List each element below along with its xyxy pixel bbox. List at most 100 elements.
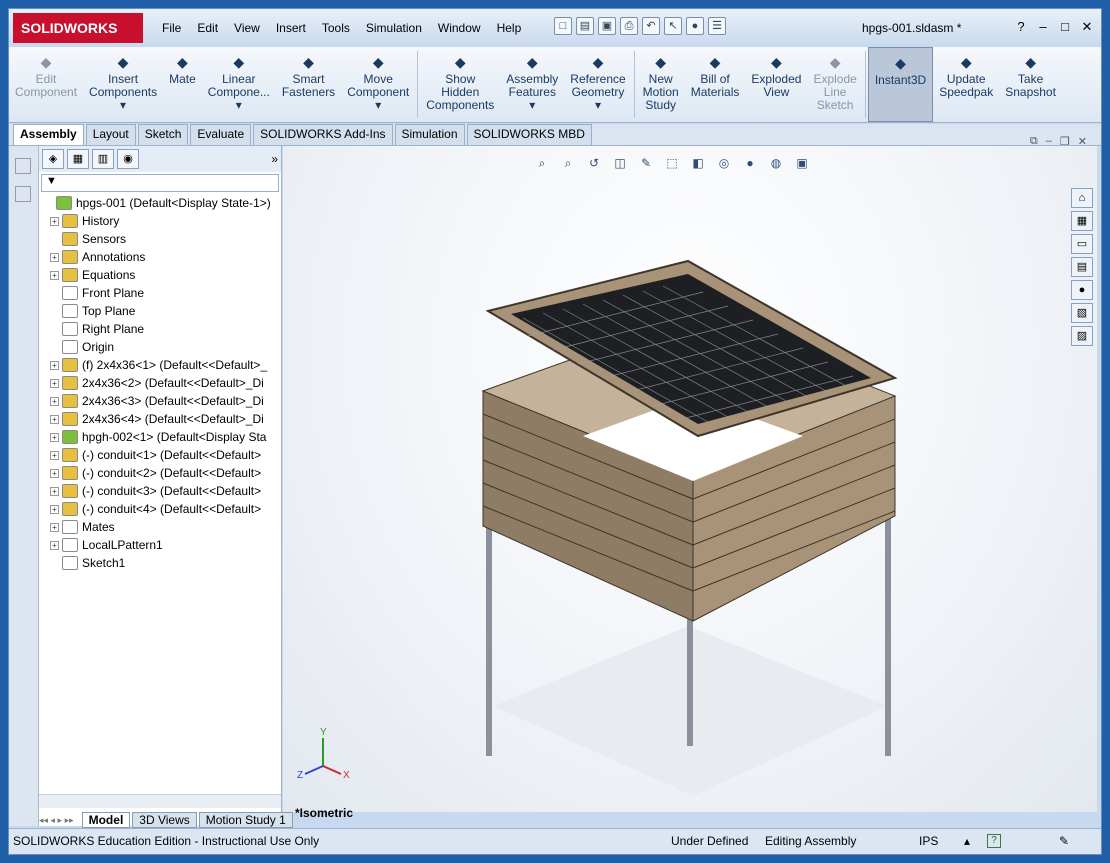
model-render[interactable]: Y X Z [283, 146, 1097, 812]
custom-properties-icon[interactable]: ▧ [1071, 303, 1093, 323]
expand-toggle-icon[interactable]: + [50, 270, 59, 280]
solidworks-logo[interactable]: SOLIDWORKS [13, 13, 143, 43]
tree-item[interactable]: + Mates [39, 518, 281, 536]
ribbon-button-4[interactable]: ◆ Smart Fasteners [276, 47, 341, 122]
expand-toggle-icon[interactable]: + [50, 396, 59, 406]
help-status-icon[interactable]: ? [987, 834, 1001, 848]
tree-item[interactable]: Top Plane [39, 302, 281, 320]
menu-simulation[interactable]: Simulation [358, 19, 430, 37]
tree-item[interactable]: +2x4x36<4> (Default<<Default>_Di [39, 410, 281, 428]
ribbon-button-6[interactable]: ◆ Show Hidden Components [420, 47, 500, 122]
menu-file[interactable]: File [154, 19, 189, 37]
menu-help[interactable]: Help [489, 19, 530, 37]
tree-item[interactable]: + LocalLPattern1 [39, 536, 281, 554]
ribbon-button-0[interactable]: ◆ Edit Component [9, 47, 83, 122]
view-palette-icon[interactable]: ▤ [1071, 257, 1093, 277]
expand-toggle-icon[interactable]: + [50, 522, 59, 532]
tree-item[interactable]: Right Plane [39, 320, 281, 338]
expand-icon[interactable]: » [271, 152, 278, 166]
tree-item[interactable]: hpgs-001 (Default<Display State-1>) [39, 194, 281, 212]
filter-field[interactable]: ▼ [41, 174, 279, 192]
menu-tools[interactable]: Tools [314, 19, 358, 37]
tree-item[interactable]: Origin [39, 338, 281, 356]
menu-edit[interactable]: Edit [189, 19, 226, 37]
tree-item[interactable]: + (f) 2x4x36<1> (Default<<Default>_ [39, 356, 281, 374]
ribbon-button-13[interactable]: ◆ Instant3D [867, 47, 934, 122]
ribbon-button-1[interactable]: ◆ Insert Components ▾ [83, 47, 163, 122]
expand-toggle-icon[interactable]: + [50, 450, 59, 460]
tab-3[interactable]: Evaluate [190, 124, 252, 145]
expand-toggle-icon[interactable]: + [50, 504, 59, 514]
expand-toggle-icon[interactable]: + [50, 378, 59, 388]
expand-toggle-icon[interactable]: + [50, 216, 59, 226]
tree-item[interactable]: + (-) conduit<3> (Default<<Default> [39, 482, 281, 500]
tree-item[interactable]: + Equations [39, 266, 281, 284]
config-manager-icon[interactable]: ▥ [92, 149, 114, 169]
ribbon-button-5[interactable]: ◆ Move Component ▾ [341, 47, 415, 122]
property-manager-icon[interactable]: ▦ [67, 149, 89, 169]
tree-item[interactable]: +2x4x36<3> (Default<<Default>_Di [39, 392, 281, 410]
bottom-tab-1[interactable]: 3D Views [132, 812, 197, 828]
task-icon[interactable] [15, 158, 31, 174]
expand-toggle-icon[interactable]: + [50, 468, 59, 478]
graphics-area[interactable]: ⧉ – ❐ ✕ ⌕ ⌕ ↺ ◫ ✎ ⬚ ◧ ◎ ● ◍ ▣ Y X Z ⌂ ▦ … [283, 135, 1097, 820]
tree-item[interactable]: + (-) conduit<2> (Default<<Default> [39, 464, 281, 482]
rebuild-icon[interactable]: ● [686, 17, 704, 35]
expand-toggle-icon[interactable]: + [50, 360, 59, 370]
undo-icon[interactable]: ↶ [642, 17, 660, 35]
expand-toggle-icon[interactable]: + [50, 252, 59, 262]
ribbon-button-3[interactable]: ◆ Linear Compone... ▾ [202, 47, 276, 122]
tree-item[interactable]: + Annotations [39, 248, 281, 266]
close-icon[interactable]: ✕ [1079, 19, 1095, 35]
tab-6[interactable]: SOLIDWORKS MBD [466, 124, 592, 145]
forum-icon[interactable]: ▨ [1071, 326, 1093, 346]
tree-item[interactable]: + (-) conduit<4> (Default<<Default> [39, 500, 281, 518]
options-icon[interactable]: ☰ [708, 17, 726, 35]
ribbon-button-8[interactable]: ◆ Reference Geometry ▾ [564, 47, 631, 122]
open-icon[interactable]: ▤ [576, 17, 594, 35]
bottom-tab-0[interactable]: Model [81, 812, 131, 828]
tab-0[interactable]: Assembly [13, 124, 84, 145]
sketch-icon[interactable] [15, 186, 31, 202]
tree-item[interactable]: + (-) conduit<1> (Default<<Default> [39, 446, 281, 464]
units-menu-icon[interactable]: ▴ [964, 834, 970, 848]
tab-1[interactable]: Layout [85, 124, 136, 145]
tree-item[interactable]: Sensors [39, 230, 281, 248]
ribbon-button-14[interactable]: ◆ Update Speedpak [933, 47, 999, 122]
print-icon[interactable]: ⎙ [620, 17, 638, 35]
tree-item[interactable]: +2x4x36<2> (Default<<Default>_Di [39, 374, 281, 392]
ribbon-button-15[interactable]: ◆ Take Snapshot [999, 47, 1062, 122]
tab-5[interactable]: Simulation [394, 124, 465, 145]
menu-insert[interactable]: Insert [268, 19, 314, 37]
tree-item[interactable]: + hpgh-002<1> (Default<Display Sta [39, 428, 281, 446]
ribbon-button-9[interactable]: ◆ New Motion Study [637, 47, 685, 122]
tree-item[interactable]: + History [39, 212, 281, 230]
status-units[interactable]: IPS [919, 834, 938, 848]
new-icon[interactable]: □ [554, 17, 572, 35]
tree-item[interactable]: Sketch1 [39, 554, 281, 572]
select-icon[interactable]: ↖ [664, 17, 682, 35]
ribbon-button-2[interactable]: ◆ Mate [163, 47, 202, 122]
minimize-icon[interactable]: – [1035, 19, 1051, 35]
tree-item[interactable]: Front Plane [39, 284, 281, 302]
expand-toggle-icon[interactable]: + [50, 414, 59, 424]
menu-view[interactable]: View [226, 19, 268, 37]
tab-scroll-icon[interactable]: ◂◂ ◂ ▸ ▸▸ [39, 815, 74, 826]
ribbon-button-7[interactable]: ◆ Assembly Features ▾ [500, 47, 564, 122]
feature-tree-icon[interactable]: ◈ [42, 149, 64, 169]
tab-2[interactable]: Sketch [137, 124, 189, 145]
ribbon-button-11[interactable]: ◆ Exploded View [745, 47, 807, 122]
save-icon[interactable]: ▣ [598, 17, 616, 35]
appearances-icon[interactable]: ● [1071, 280, 1093, 300]
help-icon[interactable]: ? [1013, 19, 1029, 35]
expand-toggle-icon[interactable]: + [50, 432, 59, 442]
ribbon-button-10[interactable]: ◆ Bill of Materials [685, 47, 746, 122]
tree-scrollbar[interactable] [39, 794, 281, 808]
tab-4[interactable]: SOLIDWORKS Add-Ins [253, 124, 393, 145]
expand-toggle-icon[interactable]: + [50, 540, 59, 550]
home-icon[interactable]: ⌂ [1071, 188, 1093, 208]
ribbon-button-12[interactable]: ◆ Explode Line Sketch [807, 47, 862, 122]
expand-toggle-icon[interactable]: + [50, 486, 59, 496]
menu-window[interactable]: Window [430, 19, 489, 37]
file-explorer-icon[interactable]: ▭ [1071, 234, 1093, 254]
